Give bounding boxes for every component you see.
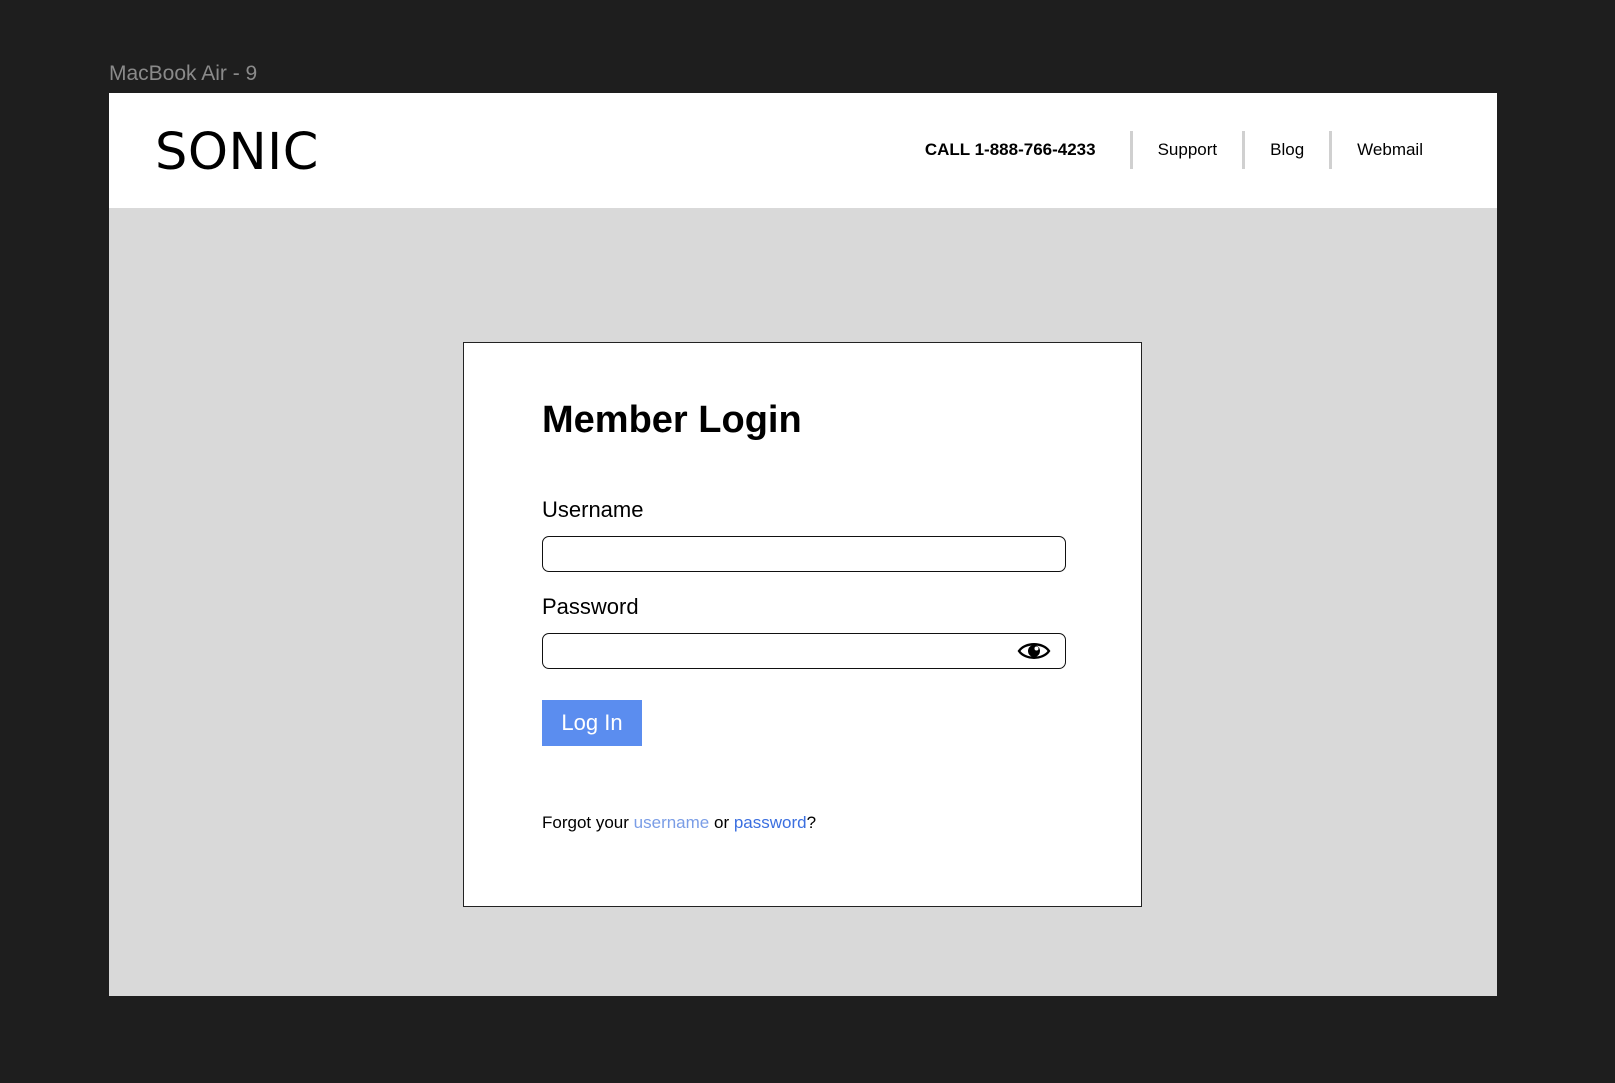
eye-icon[interactable] [1017, 639, 1051, 663]
logo[interactable]: SONIC [155, 123, 319, 182]
login-card: Member Login Username Password Log In Fo… [463, 342, 1142, 907]
password-label: Password [542, 594, 639, 619]
forgot-prefix: Forgot your [542, 813, 634, 832]
nav-link-support[interactable]: Support [1133, 140, 1243, 160]
forgot-middle: or [709, 813, 734, 832]
forgot-password-link[interactable]: password [734, 813, 807, 832]
forgot-suffix: ? [806, 813, 817, 832]
nav-link-blog[interactable]: Blog [1245, 140, 1329, 160]
forgot-username-link[interactable]: username [634, 813, 710, 832]
phone-number[interactable]: CALL 1-888-766-4233 [925, 140, 1130, 160]
password-input[interactable] [543, 634, 1065, 668]
site-header: SONIC CALL 1-888-766-4233 Support Blog W… [109, 93, 1497, 208]
username-input[interactable] [543, 537, 1065, 571]
nav-link-webmail[interactable]: Webmail [1332, 140, 1423, 160]
username-field-box [542, 536, 1066, 572]
top-nav: CALL 1-888-766-4233 Support Blog Webmail [925, 131, 1423, 169]
login-button[interactable]: Log In [542, 700, 642, 746]
forgot-credentials-text: Forgot your username or password? [542, 813, 816, 833]
login-title: Member Login [542, 399, 802, 441]
frame-label: MacBook Air - 9 [109, 62, 258, 85]
page-frame: SONIC CALL 1-888-766-4233 Support Blog W… [109, 93, 1497, 996]
password-field-box [542, 633, 1066, 669]
username-label: Username [542, 497, 644, 522]
